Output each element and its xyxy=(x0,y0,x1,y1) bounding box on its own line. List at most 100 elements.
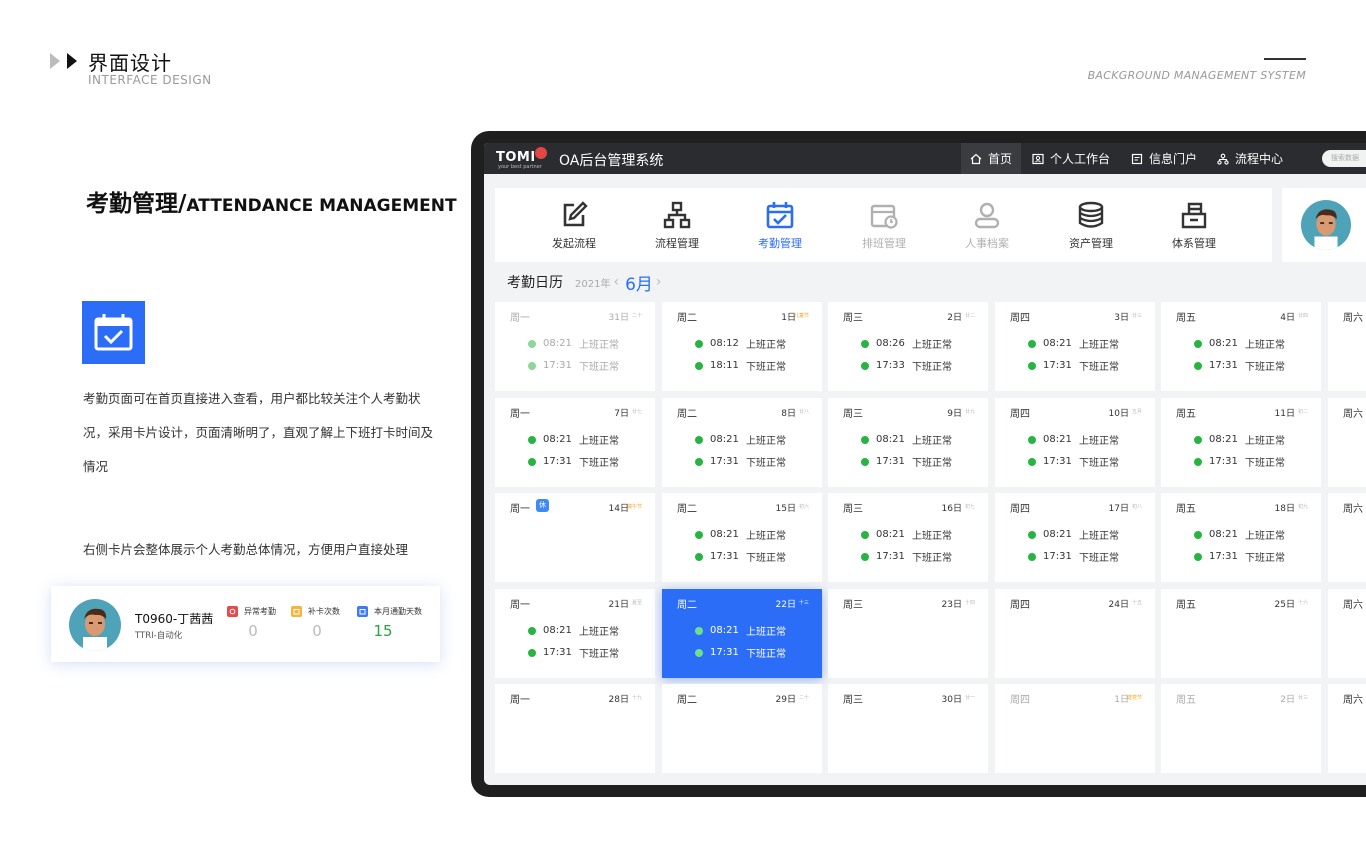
header-rule xyxy=(1264,58,1306,60)
lunar-label: 二十 xyxy=(798,695,809,701)
calendar-day-cell[interactable]: 周一 21日 夏至 08:21 上班正常 17:31 下班正常 xyxy=(495,589,655,678)
calendar-day-cell[interactable]: 周三 30日 廿一 xyxy=(828,684,988,773)
clock-in-time: 08:21 xyxy=(876,434,905,445)
clock-in-status: 上班正常 xyxy=(1245,531,1285,542)
menu-flow-manage[interactable]: 流程管理 xyxy=(632,200,722,251)
calendar-day-cell[interactable]: 周二 15日 初六 08:21 上班正常 17:31 下班正常 xyxy=(662,493,822,582)
menu-asset[interactable]: 资产管理 xyxy=(1046,200,1136,251)
calendar-day-cell[interactable]: 周四 3日 廿三 08:21 上班正常 17:31 下班正常 xyxy=(995,302,1155,391)
avatar[interactable] xyxy=(1301,200,1351,250)
clock-out-time: 17:31 xyxy=(876,456,905,467)
menu-start-flow[interactable]: 发起流程 xyxy=(529,200,619,251)
date-label: 22日 xyxy=(775,600,796,610)
calendar-day-cell[interactable]: 周五 18日 初九 08:21 上班正常 17:31 下班正常 xyxy=(1161,493,1321,582)
clock-in-record: 08:12 上班正常 xyxy=(695,336,786,351)
calendar-day-cell[interactable]: 周三 2日 廿二 08:26 上班正常 17:33 下班正常 xyxy=(828,302,988,391)
calendar-day-cell[interactable]: 周三 16日 初七 08:21 上班正常 17:31 下班正常 xyxy=(828,493,988,582)
clock-out-record: 17:31 下班正常 xyxy=(695,645,786,660)
calendar-day-cell[interactable]: 周一 31日 二十 08:21 上班正常 17:31 下班正常 xyxy=(495,302,655,391)
calendar-day-cell[interactable]: 周二 29日 二十 xyxy=(662,684,822,773)
clock-in-status: 上班正常 xyxy=(912,436,952,447)
calendar-day-cell[interactable]: 周一 7日 廿七 08:21 上班正常 17:31 下班正常 xyxy=(495,398,655,487)
calendar-day-cell[interactable]: 周二 1日 儿童节 08:12 上班正常 18:11 下班正常 xyxy=(662,302,822,391)
description-2: 右侧卡片会整体展示个人考勤总体情况，方便用户直接处理 xyxy=(83,542,409,557)
weekday-label: 周二 xyxy=(677,600,697,611)
date-label: 10日 xyxy=(1108,409,1129,419)
clock-in-record: 08:21 上班正常 xyxy=(1028,336,1119,351)
header-right-text: BACKGROUND MANAGEMENT SYSTEM xyxy=(1087,69,1306,82)
calendar-day-cell[interactable]: 周四 17日 初八 08:21 上班正常 17:31 下班正常 xyxy=(995,493,1155,582)
calendar-day-cell[interactable]: 周五 4日 廿四 08:21 上班正常 17:31 下班正常 xyxy=(1161,302,1321,391)
calendar-day-cell[interactable]: 周一休 14日 端午节 xyxy=(495,493,655,582)
lunar-label: 十三 xyxy=(798,600,809,606)
date-label: 4日 xyxy=(1280,313,1295,323)
clock-in-status: 上班正常 xyxy=(1245,340,1285,351)
logo[interactable]: TOMI xyxy=(496,150,536,165)
weekday-label: 周一 xyxy=(510,409,530,420)
home-icon xyxy=(970,153,982,164)
lunar-label: 廿三 xyxy=(1131,313,1142,319)
clock-out-status: 下班正常 xyxy=(1079,362,1119,373)
double-arrow-icon xyxy=(50,53,77,69)
calendar-day-cell[interactable]: 周四 10日 五月 08:21 上班正常 17:31 下班正常 xyxy=(995,398,1155,487)
lunar-label: 十九 xyxy=(631,695,642,701)
nav-home[interactable]: 首页 xyxy=(961,143,1022,174)
clock-in-status: 上班正常 xyxy=(746,340,786,351)
calendar-day-cell[interactable]: 周二 22日 十三 08:21 上班正常 17:31 下班正常 xyxy=(662,589,822,678)
nav-portal[interactable]: 信息门户 xyxy=(1122,143,1206,174)
stat-commute[interactable]: 本月通勤天数 15 xyxy=(357,606,427,640)
date-label: 23日 xyxy=(941,600,962,610)
weekday-label: 周五 xyxy=(1176,313,1196,324)
menu-hr-archive[interactable]: 人事档案 xyxy=(942,200,1032,251)
clock-in-time: 08:21 xyxy=(543,434,572,445)
calendar-day-cell[interactable]: 周六 xyxy=(1328,398,1366,487)
clock-out-record: 17:31 下班正常 xyxy=(1194,454,1285,469)
edit-icon xyxy=(563,201,588,227)
calendar-day-cell[interactable]: 周五 25日 十六 xyxy=(1161,589,1321,678)
calendar-day-cell[interactable]: 周三 9日 廿九 08:21 上班正常 17:31 下班正常 xyxy=(828,398,988,487)
clock-out-time: 17:31 xyxy=(710,647,739,658)
calendar-day-cell[interactable]: 周六 xyxy=(1328,493,1366,582)
stat-makeup[interactable]: 补卡次数 0 xyxy=(291,606,361,640)
calendar-day-cell[interactable]: 周三 23日 十四 xyxy=(828,589,988,678)
clock-out-time: 17:31 xyxy=(1043,551,1072,562)
calendar-day-cell[interactable]: 周六 xyxy=(1328,302,1366,391)
menu-system[interactable]: 体系管理 xyxy=(1149,200,1239,251)
clock-in-record: 08:21 上班正常 xyxy=(528,623,619,638)
stat-abnormal[interactable]: 异常考勤 0 xyxy=(227,606,297,640)
weekday-label: 周一 xyxy=(510,313,530,324)
search-input[interactable]: 搜索数据 xyxy=(1322,150,1366,167)
clock-out-status: 下班正常 xyxy=(746,553,786,564)
calendar-day-cell[interactable]: 周四 24日 十五 xyxy=(995,589,1155,678)
nav-workbench[interactable]: 个人工作台 xyxy=(1023,143,1119,174)
date-label: 17日 xyxy=(1108,504,1129,514)
date-label: 31日 xyxy=(608,313,629,323)
nav-flow-center[interactable]: 流程中心 xyxy=(1208,143,1292,174)
menu-schedule[interactable]: 排班管理 xyxy=(839,200,929,251)
calendar-day-cell[interactable]: 周四 1日 建党节 xyxy=(995,684,1155,773)
logo-tagline: your best partner xyxy=(498,164,542,170)
check-circle-icon xyxy=(528,626,536,635)
document-icon xyxy=(1131,153,1143,164)
calendar-day-cell[interactable]: 周五 2日 廿三 xyxy=(1161,684,1321,773)
lunar-label: 廿三 xyxy=(1297,695,1308,701)
clock-in-record: 08:21 上班正常 xyxy=(1194,336,1285,351)
calendar-day-cell[interactable]: 周一 28日 十九 xyxy=(495,684,655,773)
calendar-day-cell[interactable]: 周五 11日 初二 08:21 上班正常 17:31 下班正常 xyxy=(1161,398,1321,487)
lunar-label: 初七 xyxy=(964,504,975,510)
check-circle-icon xyxy=(861,530,869,539)
nav-label: 个人工作台 xyxy=(1050,152,1111,166)
clock-out-status: 下班正常 xyxy=(579,362,619,373)
calendar-icon xyxy=(357,606,368,617)
calendar-day-cell[interactable]: 周二 8日 廿八 08:21 上班正常 17:31 下班正常 xyxy=(662,398,822,487)
menu-attendance[interactable]: 考勤管理 xyxy=(735,200,825,251)
chevron-left-icon[interactable]: ‹ xyxy=(613,274,619,290)
date-label: 28日 xyxy=(608,695,629,705)
date-label: 25日 xyxy=(1274,600,1295,610)
weekday-label: 周四 xyxy=(1010,695,1030,706)
calendar-day-cell[interactable]: 周六 xyxy=(1328,684,1366,773)
weekday-label: 周四 xyxy=(1010,409,1030,420)
calendar-day-cell[interactable]: 周六 xyxy=(1328,589,1366,678)
clock-out-status: 下班正常 xyxy=(1245,458,1285,469)
chevron-right-icon[interactable]: › xyxy=(656,274,662,290)
